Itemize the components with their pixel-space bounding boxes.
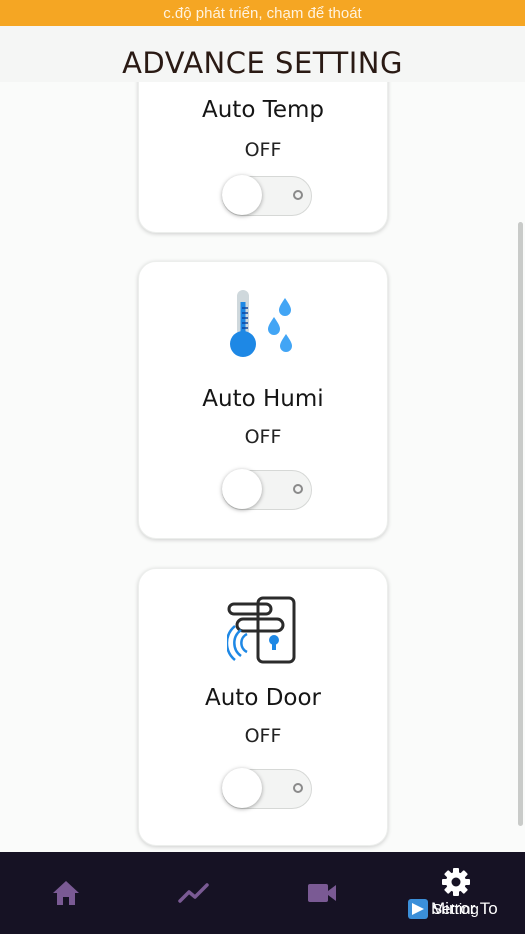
settings-list[interactable]: Auto Temp OFF Auto Humi OFF Auto Door OF… — [0, 82, 525, 852]
developer-mode-banner[interactable]: c.độ phát triển, chạm để thoát — [0, 0, 525, 26]
auto-humi-card: Auto Humi OFF — [138, 261, 388, 539]
auto-humi-label: Auto Humi — [202, 386, 324, 412]
auto-temp-label: Auto Temp — [201, 97, 324, 123]
toggle-off-indicator — [293, 190, 303, 200]
auto-humi-state: OFF — [244, 426, 282, 448]
nav-chart[interactable] — [128, 852, 259, 934]
app-header: ADVANCE SETTING — [0, 26, 525, 82]
auto-door-toggle[interactable] — [222, 768, 312, 809]
nav-camera[interactable] — [256, 852, 387, 934]
gear-icon — [441, 868, 470, 896]
video-camera-icon — [307, 884, 336, 902]
bottom-navigation: Setting — [0, 852, 525, 934]
smart-door-lock-icon — [225, 596, 299, 666]
chart-line-icon — [177, 883, 209, 903]
auto-door-state: OFF — [244, 725, 282, 747]
scrollbar[interactable] — [518, 222, 523, 826]
nav-home[interactable] — [0, 852, 131, 934]
auto-door-label: Auto Door — [204, 685, 322, 711]
developer-mode-text: c.độ phát triển, chạm để thoát — [163, 4, 362, 22]
watermark-text: Mirror To — [431, 899, 498, 918]
auto-humi-toggle[interactable] — [222, 469, 312, 510]
auto-temp-card: Auto Temp OFF — [138, 82, 388, 233]
nav-setting[interactable]: Setting — [390, 852, 521, 934]
toggle-knob — [222, 175, 262, 215]
toggle-knob — [222, 768, 262, 808]
home-icon — [52, 881, 79, 905]
toggle-off-indicator — [293, 484, 303, 494]
thermometer-droplets-icon — [228, 288, 298, 360]
auto-door-card: Auto Door OFF — [138, 568, 388, 846]
toggle-knob — [222, 469, 262, 509]
auto-temp-state: OFF — [244, 139, 282, 161]
toggle-off-indicator — [293, 783, 303, 793]
page-title: ADVANCE SETTING — [122, 46, 403, 80]
mirror-to-watermark: Mirror To — [408, 899, 498, 919]
auto-temp-toggle[interactable] — [222, 175, 312, 216]
mirror-to-logo-icon — [408, 899, 428, 919]
